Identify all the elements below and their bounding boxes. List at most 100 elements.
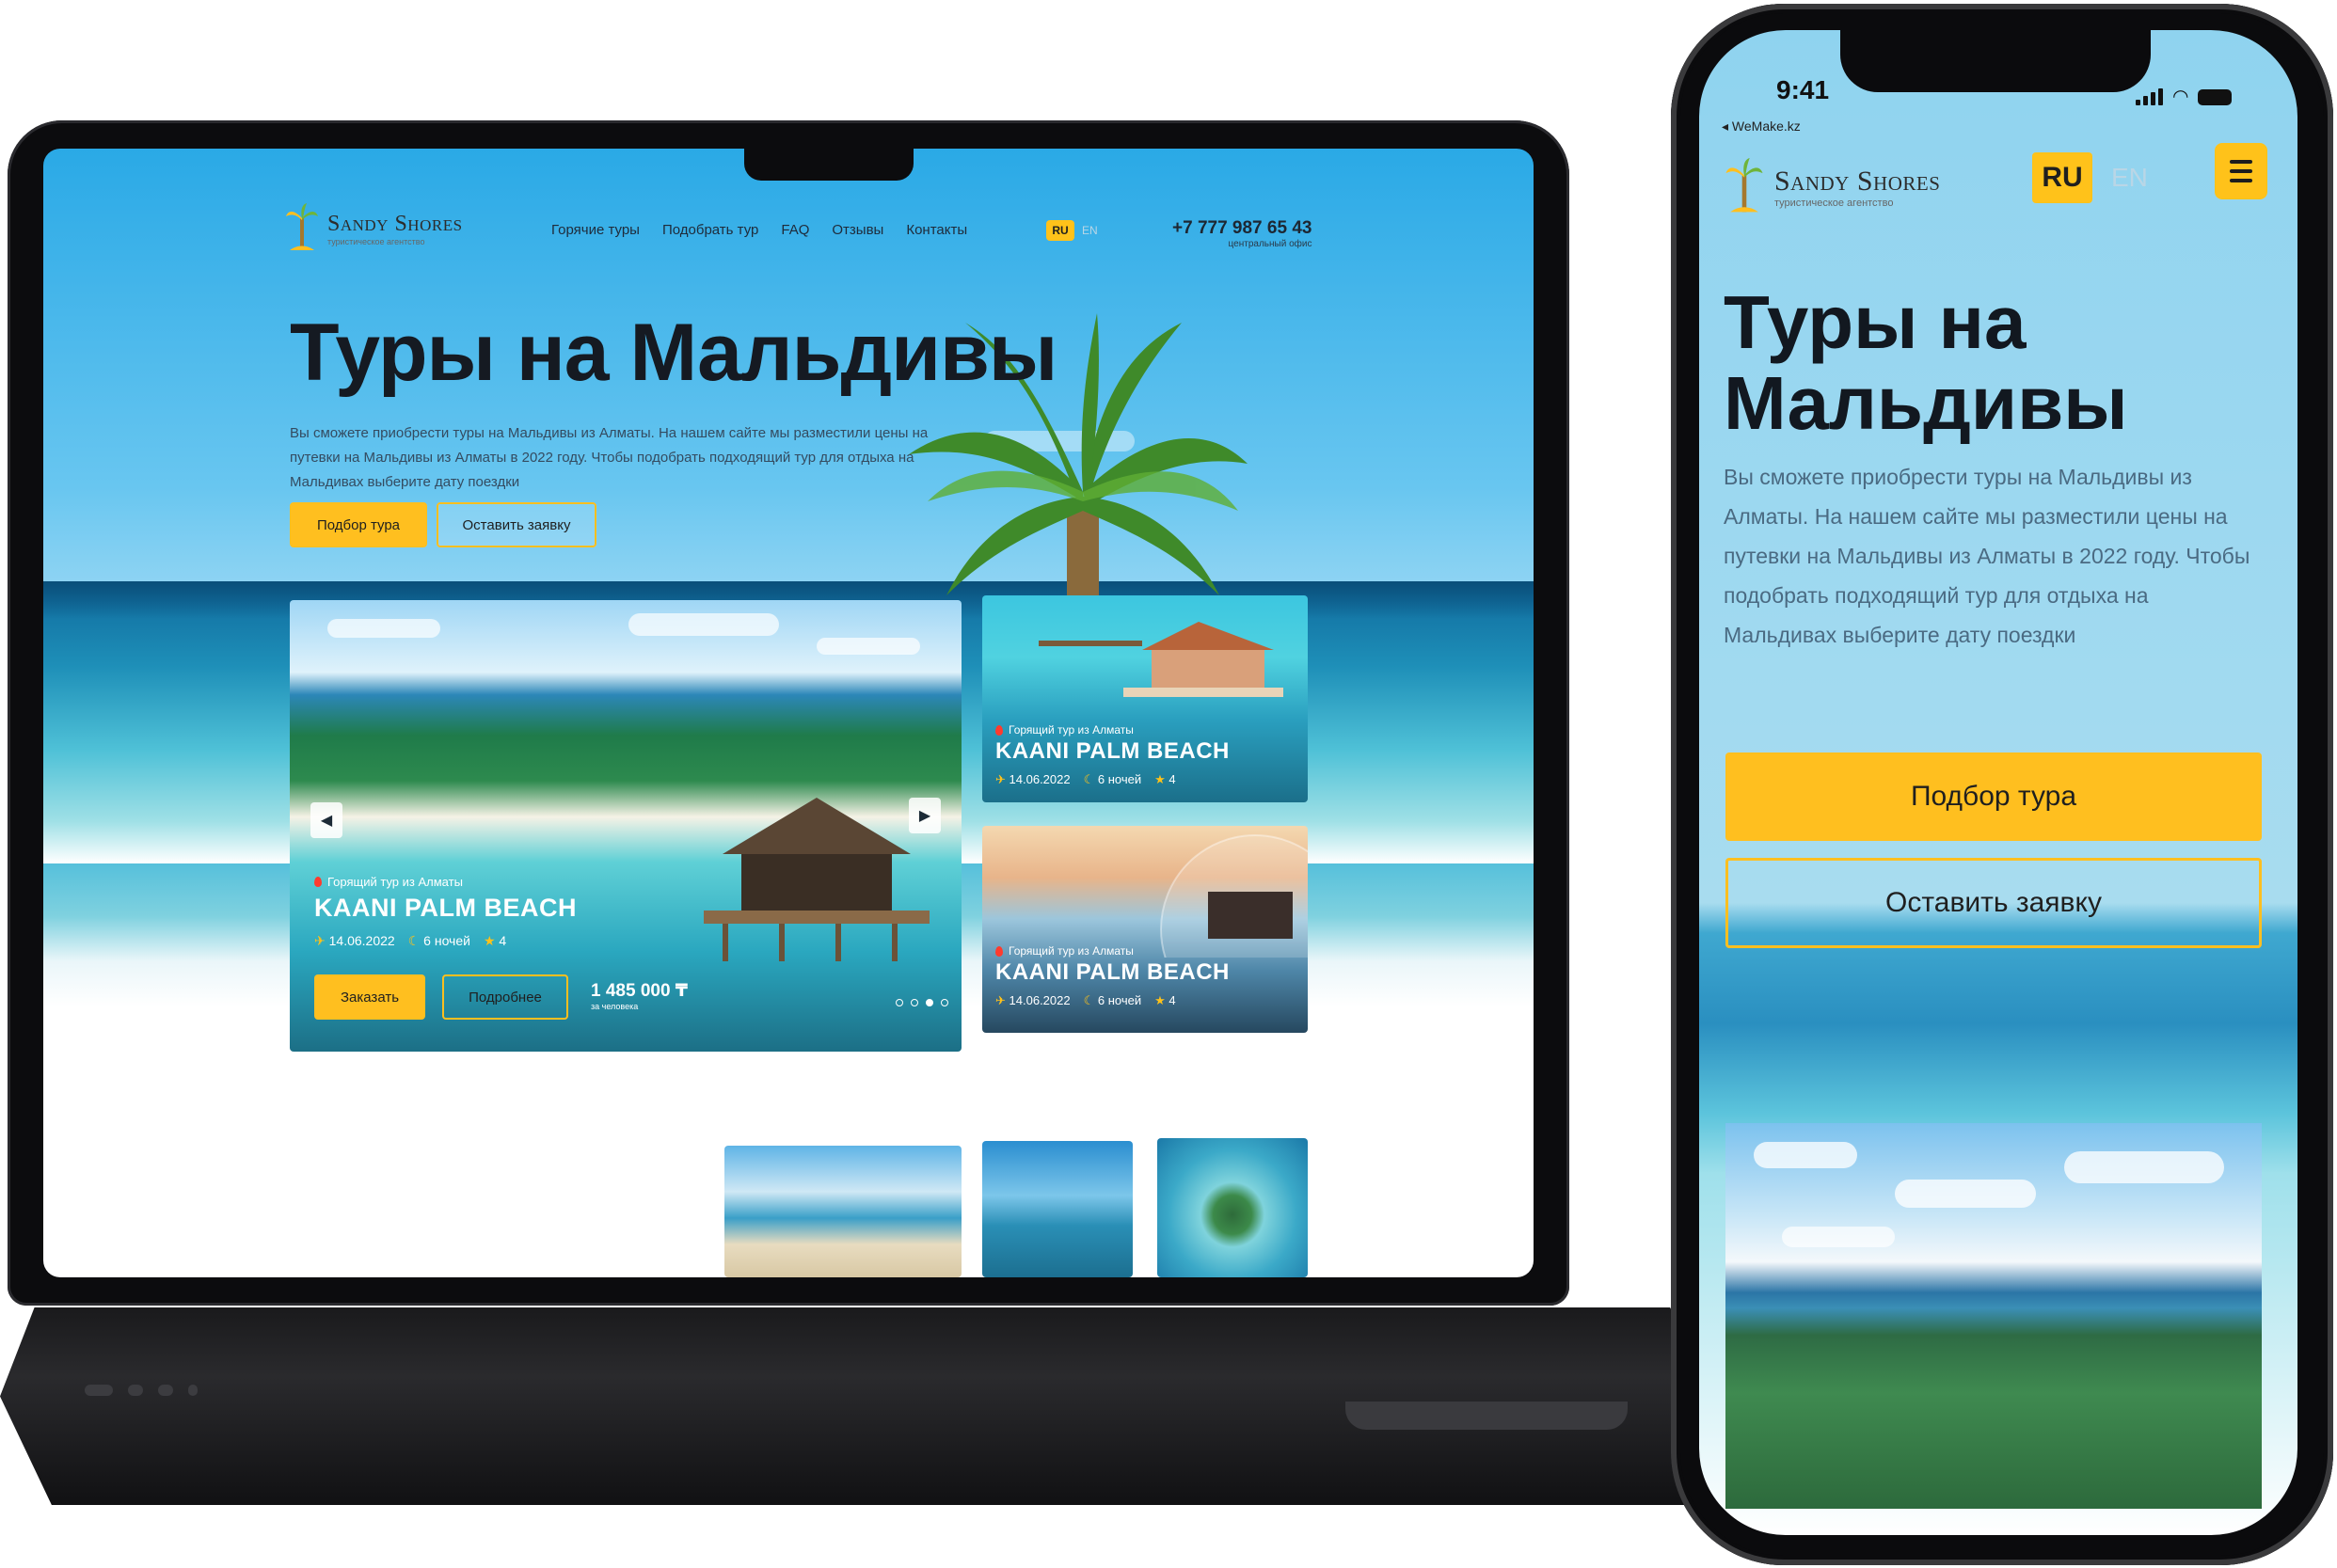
phone-notch [1840, 30, 2151, 92]
lang-ru-button[interactable]: RU [1046, 220, 1074, 241]
laptop-port [158, 1385, 173, 1396]
carousel-dot[interactable] [941, 999, 948, 1006]
laptop-port [85, 1385, 113, 1396]
carousel-dot-active[interactable] [926, 999, 933, 1006]
desktop-website: Sandy Shores туристическое агентство Гор… [43, 149, 1534, 1277]
battery-icon [2198, 89, 2233, 105]
flame-icon [995, 724, 1003, 736]
carousel-next-button[interactable]: ▶ [909, 798, 941, 833]
mobile-hero-title: Туры на Мальдивы [1724, 280, 2128, 445]
tour-meta: ✈ 14.06.2022 ☾ 6 ночей ★ 4 [995, 993, 1176, 1008]
main-tour-card[interactable]: ◀ ▶ Горящий тур из Алматы KAANI PALM BEA… [290, 600, 962, 1052]
cloud [2064, 1151, 2224, 1183]
moon-icon: ☾ [1083, 993, 1095, 1007]
cloud [327, 619, 440, 638]
water-villa-image [1039, 622, 1283, 697]
hero-description: Вы сможете приобрести туры на Мальдивы и… [290, 425, 929, 490]
nav-item-hot-tours[interactable]: Горячие туры [551, 222, 640, 238]
gallery-thumbnail[interactable] [724, 1146, 962, 1277]
mobile-leave-request-button[interactable]: Оставить заявку [1725, 858, 2262, 948]
menu-button[interactable] [2215, 143, 2267, 199]
tour-date: 14.06.2022 [1009, 993, 1071, 1007]
language-switcher: RU EN [1046, 220, 1098, 241]
tour-price-caption: за человека [591, 1002, 639, 1011]
cloud [1754, 1142, 1857, 1168]
tour-nights: 6 ночей [423, 933, 470, 948]
nav-item-contacts[interactable]: Контакты [906, 222, 967, 238]
tour-nights: 6 ночей [1097, 772, 1142, 786]
gallery-thumbnail[interactable] [1157, 1138, 1308, 1277]
cloud [1782, 1227, 1895, 1247]
hot-tour-label: Горящий тур из Алматы [995, 944, 1134, 958]
tour-price-block: 1 485 000 ₸ за человека [591, 980, 688, 1011]
tour-title: KAANI PALM BEACH [995, 959, 1230, 985]
hero-title: Туры на Мальдивы [290, 308, 1057, 398]
lang-en-button[interactable]: EN [1082, 224, 1098, 237]
gallery-thumbnail[interactable] [982, 1141, 1133, 1277]
tour-stars: 4 [1168, 993, 1176, 1007]
order-button[interactable]: Заказать [314, 974, 425, 1020]
details-button[interactable]: Подробнее [442, 974, 568, 1020]
nav-item-reviews[interactable]: Отзывы [832, 222, 883, 238]
cloud [628, 613, 779, 636]
cloud [817, 638, 920, 655]
nav-item-find-tour[interactable]: Подобрать тур [662, 222, 758, 238]
plane-icon: ✈ [995, 772, 1006, 786]
logo-subtitle: туристическое агентство [327, 236, 425, 246]
status-icons: ◠ [2136, 87, 2233, 106]
tour-date: 14.06.2022 [1009, 772, 1071, 786]
hot-tour-text: Горящий тур из Алматы [1009, 723, 1134, 736]
carousel-dots [896, 999, 948, 1006]
laptop-base-lip [1345, 1402, 1628, 1430]
phone-number[interactable]: +7 777 987 65 43 [1172, 218, 1312, 239]
logo-title: Sandy Shores [1774, 166, 1941, 197]
header-phone: +7 777 987 65 43 центральный офис [1172, 218, 1312, 249]
tour-price: 1 485 000 ₸ [591, 981, 689, 1001]
plane-icon: ✈ [314, 933, 326, 948]
status-back-link[interactable]: ◂ WeMake.kz [1722, 119, 1801, 135]
star-icon: ★ [483, 933, 496, 948]
carousel-prev-button[interactable]: ◀ [310, 802, 342, 838]
star-icon: ★ [1154, 993, 1166, 1007]
mobile-site-logo[interactable]: Sandy Shores туристическое агентство [1724, 158, 1940, 216]
plane-icon: ✈ [995, 993, 1006, 1007]
logo-title: Sandy Shores [327, 211, 463, 236]
leave-request-button[interactable]: Оставить заявку [437, 502, 596, 547]
status-time: 9:41 [1776, 75, 1830, 104]
phone-caption: центральный офис [1228, 239, 1312, 249]
hot-tour-text: Горящий тур из Алматы [1009, 944, 1134, 958]
logo-subtitle: туристическое агентство [1774, 198, 1894, 209]
laptop-port [128, 1385, 143, 1396]
cloud [1895, 1180, 2036, 1208]
tour-stars: 4 [1168, 772, 1176, 786]
lang-ru-button[interactable]: RU [2032, 152, 2092, 203]
dome-tent-image [1160, 834, 1308, 958]
mobile-hero-image [1725, 1123, 2262, 1509]
tour-title: KAANI PALM BEACH [314, 894, 577, 922]
hot-tour-label: Горящий тур из Алматы [314, 875, 463, 889]
side-tour-card[interactable]: Горящий тур из Алматы KAANI PALM BEACH ✈… [982, 826, 1308, 1033]
laptop-camera-notch [744, 149, 914, 181]
star-icon: ★ [1154, 772, 1166, 786]
side-tour-card[interactable]: Горящий тур из Алматы KAANI PALM BEACH ✈… [982, 595, 1308, 802]
hot-tour-text: Горящий тур из Алматы [327, 875, 463, 889]
palm-logo-icon [286, 203, 318, 254]
main-nav: Горячие туры Подобрать тур FAQ Отзывы Ко… [551, 222, 967, 238]
menu-icon [2230, 160, 2252, 164]
flame-icon [995, 945, 1003, 957]
signal-icon [2136, 88, 2163, 105]
carousel-dot[interactable] [911, 999, 918, 1006]
hot-tour-label: Горящий тур из Алматы [995, 723, 1134, 736]
palm-logo-icon [1724, 158, 1765, 216]
tour-nights: 6 ночей [1097, 993, 1142, 1007]
laptop: Sandy Shores туристическое агентство Гор… [8, 120, 1569, 1306]
tour-meta: ✈ 14.06.2022 ☾ 6 ночей ★ 4 [314, 933, 506, 949]
tour-title: KAANI PALM BEACH [995, 738, 1230, 764]
mobile-find-tour-button[interactable]: Подбор тура [1725, 752, 2262, 841]
lang-en-button[interactable]: EN [2111, 163, 2148, 193]
nav-item-faq[interactable]: FAQ [781, 222, 809, 238]
site-logo[interactable]: Sandy Shores туристическое агентство [286, 203, 463, 254]
carousel-dot[interactable] [896, 999, 903, 1006]
find-tour-button[interactable]: Подбор тура [290, 502, 427, 547]
flame-icon [314, 877, 322, 887]
